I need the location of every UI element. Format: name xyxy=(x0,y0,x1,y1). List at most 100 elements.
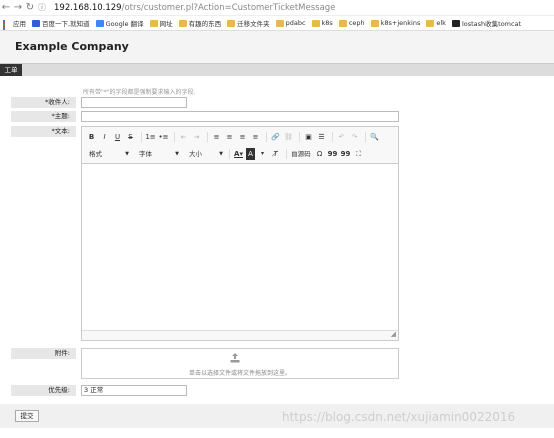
browser-toolbar: ← → ↻ ⓘ 192.168.10.129/otrs/customer.pl?… xyxy=(0,0,554,16)
maximize-icon[interactable]: ⛶ xyxy=(353,148,364,160)
underline-button[interactable]: U xyxy=(112,131,123,143)
italic-button[interactable]: I xyxy=(99,131,110,143)
nav-item-ticket[interactable]: 工单 xyxy=(0,64,22,76)
unlink-icon[interactable]: ⛓ xyxy=(283,131,294,143)
numbered-list-icon[interactable]: 1≡ xyxy=(145,131,156,143)
undo-icon[interactable]: ↶ xyxy=(336,131,347,143)
font-label: 字体 xyxy=(139,150,152,158)
folder-icon xyxy=(338,19,347,27)
to-label: *收件人: xyxy=(11,97,76,108)
watermark: https://blog.csdn.net/xujiamin0022016 xyxy=(282,410,516,424)
folder-icon xyxy=(311,19,320,27)
align-left-icon[interactable]: ≡ xyxy=(211,131,222,143)
bookmark-label: lostash收集tomcat xyxy=(461,20,522,28)
bookmark-label: k8s+jenkins xyxy=(380,19,421,27)
to-select[interactable] xyxy=(81,97,187,108)
toolbar-separator xyxy=(141,132,142,142)
bullet-list-icon[interactable]: •≡ xyxy=(158,131,169,143)
bookmark-label: 百度一下,就知道 xyxy=(42,20,90,28)
source-button[interactable]: ▤源码 xyxy=(290,148,312,160)
source-label: 源码 xyxy=(297,150,311,158)
editor-toolbar: B I U S 1≡ •≡ ⇤ ⇥ ≡ ≡ ≡ ≡ 🔗 ⛓ ▣ ☰ ↶ ↷ 🔍 xyxy=(82,127,398,164)
font-dropdown[interactable]: 字体 ▼ xyxy=(136,148,182,160)
bookmark-folder[interactable]: 有趣的东西 xyxy=(178,18,222,28)
dropdown-arrow-icon[interactable]: ▾ xyxy=(257,148,268,160)
bookmark-apps[interactable]: 应用 xyxy=(3,18,26,30)
attachment-label: 附件: xyxy=(11,348,76,359)
bookmark-folder[interactable]: 网址 xyxy=(149,18,173,28)
code-quote-icon[interactable]: 99 xyxy=(340,148,351,160)
subject-label-text: 主题: xyxy=(54,112,70,120)
strike-button[interactable]: S xyxy=(125,131,136,143)
bookmark-folder[interactable]: 迁移文件夹 xyxy=(227,18,270,28)
bold-button[interactable]: B xyxy=(86,131,97,143)
toolbar-separator xyxy=(332,132,333,142)
bookmark-baidu[interactable]: 百度一下,就知道 xyxy=(32,18,90,28)
company-name: Example Company xyxy=(15,40,129,53)
align-justify-icon[interactable]: ≡ xyxy=(250,131,261,143)
google-translate-icon xyxy=(95,19,104,27)
bookmark-label: 有趣的东西 xyxy=(188,20,222,28)
subject-input[interactable] xyxy=(81,111,399,122)
toolbar-separator xyxy=(365,132,366,142)
bookmark-label: 迁移文件夹 xyxy=(237,20,270,28)
page-icon xyxy=(451,19,460,27)
back-icon[interactable]: ← xyxy=(0,1,12,15)
editor-statusbar: ◢ xyxy=(82,330,398,340)
align-center-icon[interactable]: ≡ xyxy=(224,131,235,143)
bookmark-label: elk xyxy=(436,19,446,27)
size-dropdown[interactable]: 大小 ▼ xyxy=(186,148,226,160)
toolbar-separator xyxy=(286,149,287,159)
size-label: 大小 xyxy=(189,150,202,158)
background-color-icon[interactable]: A xyxy=(246,148,255,160)
folder-icon xyxy=(178,19,187,27)
folder-icon xyxy=(227,19,236,27)
bookmark-label: Google 翻译 xyxy=(105,20,144,28)
bookmark-google-translate[interactable]: Google 翻译 xyxy=(95,18,144,28)
format-label: 格式 xyxy=(89,150,102,158)
baidu-icon xyxy=(32,19,40,27)
image-icon[interactable]: ▣ xyxy=(303,131,314,143)
toolbar-separator xyxy=(229,149,230,159)
bookmark-folder[interactable]: k8s xyxy=(311,19,333,27)
toolbar-separator xyxy=(266,132,267,142)
subject-label: *主题: xyxy=(11,111,76,122)
url-path: /otrs/customer.pl?Action=CustomerTicketM… xyxy=(121,2,336,13)
folder-icon xyxy=(149,19,158,27)
submit-button[interactable]: 提交 xyxy=(15,410,39,422)
page-info-icon[interactable]: ⓘ xyxy=(36,1,48,15)
text-color-icon[interactable]: A▾ xyxy=(233,148,244,160)
bookmark-folder[interactable]: k8s+jenkins xyxy=(370,19,421,27)
url-host: 192.168.10.129 xyxy=(54,2,122,13)
resize-handle-icon[interactable]: ◢ xyxy=(391,330,396,338)
chevron-down-icon: ▼ xyxy=(125,151,129,157)
link-icon[interactable]: 🔗 xyxy=(270,131,281,143)
address-bar[interactable]: 192.168.10.129/otrs/customer.pl?Action=C… xyxy=(54,3,335,13)
bookmark-label: k8s xyxy=(321,19,333,27)
forward-icon[interactable]: → xyxy=(12,1,24,15)
chevron-down-icon: ▼ xyxy=(175,151,179,157)
find-icon[interactable]: 🔍 xyxy=(369,131,380,143)
indent-icon[interactable]: ⇥ xyxy=(191,131,202,143)
editor-body[interactable] xyxy=(82,164,398,330)
chevron-down-icon: ▼ xyxy=(219,151,223,157)
outdent-icon[interactable]: ⇤ xyxy=(178,131,189,143)
reload-icon[interactable]: ↻ xyxy=(24,1,36,15)
special-char-icon[interactable]: Ω xyxy=(314,148,325,160)
table-icon[interactable]: ☰ xyxy=(316,131,327,143)
page-header: Example Company xyxy=(0,31,554,63)
upload-icon xyxy=(230,353,240,363)
align-right-icon[interactable]: ≡ xyxy=(237,131,248,143)
bookmark-folder[interactable]: pdabc xyxy=(275,19,306,27)
bookmark-folder[interactable]: elk xyxy=(426,19,446,27)
format-dropdown[interactable]: 格式 ▼ xyxy=(86,148,132,160)
rich-text-editor: B I U S 1≡ •≡ ⇤ ⇥ ≡ ≡ ≡ ≡ 🔗 ⛓ ▣ ☰ ↶ ↷ 🔍 xyxy=(81,126,399,341)
redo-icon[interactable]: ↷ xyxy=(349,131,360,143)
text-label-text: 文本: xyxy=(54,127,70,135)
bookmark-page[interactable]: lostash收集tomcat xyxy=(451,18,522,28)
bookmark-folder[interactable]: ceph xyxy=(338,19,365,27)
remove-format-icon[interactable]: T̸ xyxy=(270,148,281,160)
blockquote-icon[interactable]: 99 xyxy=(327,148,338,160)
attachment-dropzone[interactable]: 单击以选择文件或将文件拖放到这里。 xyxy=(81,348,399,379)
priority-select[interactable]: 3 正常 xyxy=(81,385,187,396)
